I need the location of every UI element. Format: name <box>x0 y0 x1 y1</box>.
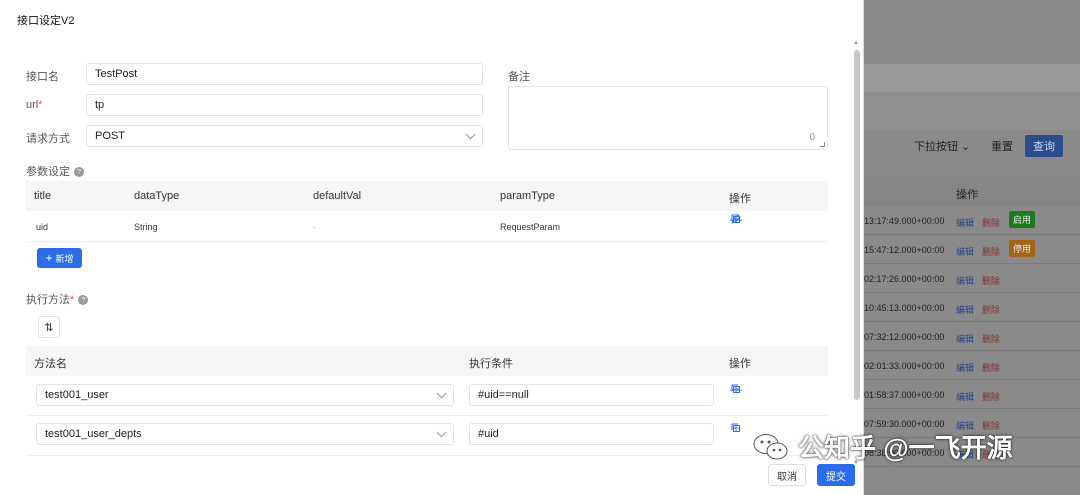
url-input[interactable]: tp <box>86 94 483 116</box>
resize-handle-icon[interactable] <box>820 142 825 147</box>
background-delete-link: 删除 <box>982 218 1001 228</box>
background-time: 15:47:12.000+00:00 <box>864 245 945 255</box>
background-edit-link: 编辑 <box>956 363 975 373</box>
minus-icon[interactable]: — <box>729 382 743 396</box>
background-delete-link: 删除 <box>982 305 1001 315</box>
background-edit-link: 编辑 <box>956 247 975 257</box>
minus-icon[interactable]: — <box>729 212 743 226</box>
table-row: test001_user #uid==null + — <box>26 376 828 416</box>
background-table-row: 15:47:12.000+00:00 编辑 删除 停用 <box>864 235 1080 264</box>
scroll-up-icon[interactable]: ▲ <box>853 40 859 46</box>
background-toolbar <box>864 92 1080 130</box>
background-dropdown-button: 下拉按钮 ⌄ <box>914 141 971 153</box>
table-row: test001_user_depts #uid + <box>26 416 828 456</box>
remark-textarea[interactable]: 0 <box>508 86 828 150</box>
method-select[interactable]: POST <box>86 125 483 147</box>
background-table-header: 操作 <box>864 176 1080 206</box>
background-delete-link: 删除 <box>982 276 1001 286</box>
background-table-row: 02:01:33.000+00:00 编辑 删除 <box>864 351 1080 380</box>
background-time: 10:45:13.000+00:00 <box>864 303 945 313</box>
chevron-down-icon <box>436 427 447 438</box>
params-table-header: title dataType defaultVal paramType 操作 <box>26 181 828 211</box>
method-name-select[interactable]: test001_user_depts <box>36 423 454 445</box>
background-page: 下拉按钮 ⌄ 重置 查询 操作 13:17:49.000+00:00 编辑 删除 启用… <box>864 0 1080 495</box>
add-param-button[interactable]: + 新增 <box>37 248 82 268</box>
background-edit-link: 编辑 <box>956 334 975 344</box>
background-time: 07:32:12.000+00:00 <box>864 332 945 342</box>
background-status-badge: 停用 <box>1009 240 1036 257</box>
background-status-badge: 启用 <box>1009 211 1036 228</box>
condition-input[interactable]: #uid==null <box>469 384 714 406</box>
background-delete-link: 删除 <box>982 363 1001 373</box>
background-table-row: 01:58:37.000+00:00 编辑 删除 <box>864 380 1080 409</box>
cancel-button[interactable]: 取消 <box>768 464 806 486</box>
method-label: 请求方式 <box>26 133 70 145</box>
background-delete-link: 删除 <box>982 247 1001 257</box>
params-section-label: 参数设定? <box>26 163 84 179</box>
submit-button[interactable]: 提交 <box>817 464 855 486</box>
background-table-row: 10:45:13.000+00:00 编辑 删除 <box>864 293 1080 322</box>
background-table-row: 13:17:49.000+00:00 编辑 删除 启用 <box>864 206 1080 235</box>
name-label: 接口名 <box>26 71 59 83</box>
method-name-select[interactable]: test001_user <box>36 384 454 406</box>
exec-table-header: 方法名 执行条件 操作 <box>26 346 828 376</box>
background-query-button: 查询 <box>1025 135 1063 157</box>
table-row: uid String - RequestParam + — <box>26 211 828 242</box>
background-time: 01:58:37.000+00:00 <box>864 390 945 400</box>
watermark: 公知乎 @一飞开源 <box>752 428 1013 465</box>
background-edit-link: 编辑 <box>956 305 975 315</box>
name-input[interactable]: TestPost <box>86 63 483 85</box>
drawer-title: 接口设定V2 <box>17 15 75 27</box>
sort-button[interactable]: ⇅ <box>38 316 60 338</box>
background-edit-link: 编辑 <box>956 392 975 402</box>
interface-settings-drawer: 接口设定V2 接口名 TestPost url* tp 请求方式 POST 备注… <box>0 0 864 495</box>
remark-label: 备注 <box>508 71 530 83</box>
url-label: url* <box>26 99 43 111</box>
background-delete-link: 删除 <box>982 392 1001 402</box>
help-icon[interactable]: ? <box>78 295 89 306</box>
wechat-logo-icon <box>753 433 788 459</box>
background-table-row: 07:32:12.000+00:00 编辑 删除 <box>864 322 1080 351</box>
background-time: 02:17:26.000+00:00 <box>864 274 945 284</box>
scrollbar[interactable] <box>854 50 860 400</box>
background-table-row: 02:17:26.000+00:00 编辑 删除 <box>864 264 1080 293</box>
sort-icon: ⇅ <box>44 321 54 334</box>
background-edit-link: 编辑 <box>956 276 975 286</box>
background-time: 02:01:33.000+00:00 <box>864 361 945 371</box>
chevron-down-icon <box>436 388 447 399</box>
chevron-down-icon <box>465 129 476 140</box>
background-edit-link: 编辑 <box>956 218 975 228</box>
copy-icon[interactable] <box>729 421 743 435</box>
char-count: 0 <box>809 132 815 143</box>
help-icon[interactable]: ? <box>74 167 84 178</box>
exec-section-label: 执行方法*? <box>26 291 89 307</box>
plus-icon: + <box>45 251 53 265</box>
background-delete-link: 删除 <box>982 334 1001 344</box>
background-reset-button: 重置 <box>991 141 1013 153</box>
background-header-bar <box>864 64 1080 92</box>
background-time: 13:17:49.000+00:00 <box>864 216 945 226</box>
condition-input[interactable]: #uid <box>469 423 714 445</box>
